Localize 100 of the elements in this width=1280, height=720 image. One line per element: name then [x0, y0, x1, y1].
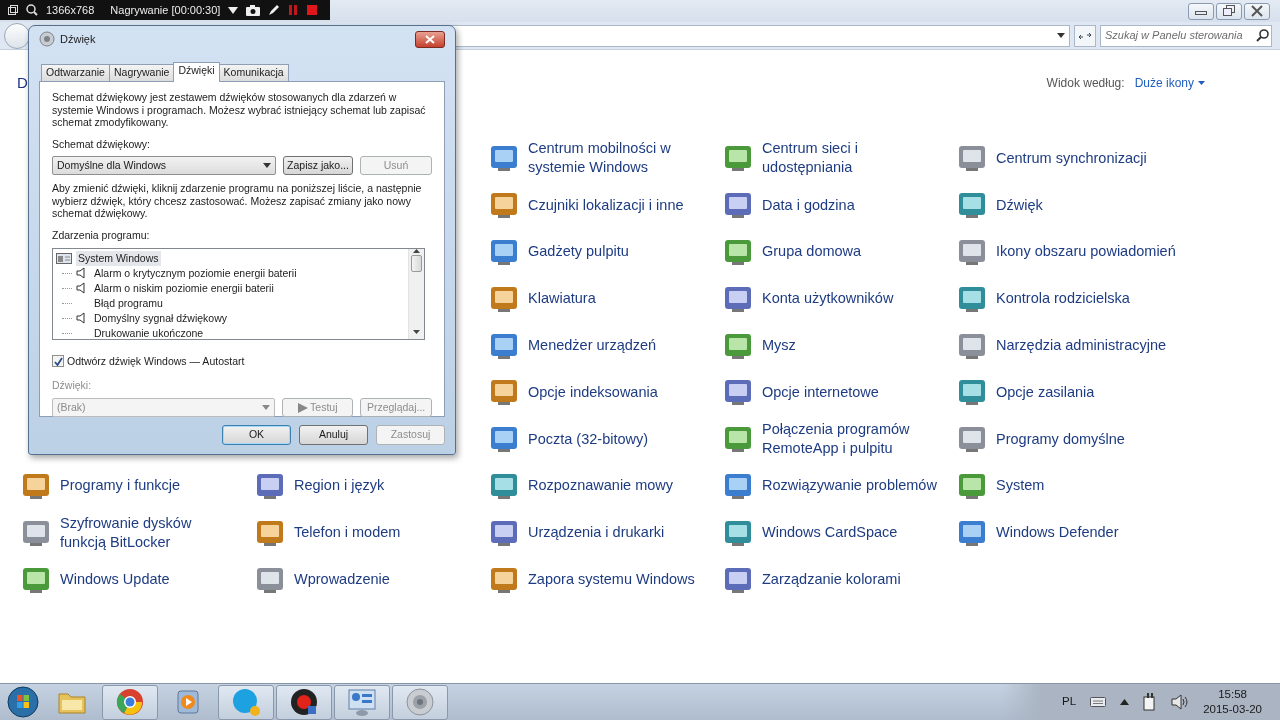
tab[interactable]: Dźwięki: [173, 62, 220, 82]
caret-icon: [1198, 80, 1205, 86]
scroll-down-icon[interactable]: [413, 329, 420, 334]
control-panel-item[interactable]: Rozwiązywanie problemów: [722, 462, 956, 510]
control-panel-item[interactable]: Opcje internetowe: [722, 369, 956, 416]
restore-icon: [1223, 5, 1235, 17]
control-panel-icon: [346, 686, 378, 718]
view-dropdown[interactable]: Duże ikony: [1134, 74, 1205, 92]
control-panel-item[interactable]: Klawiatura: [488, 275, 722, 323]
control-panel-item[interactable]: Urządzenia i drukarki: [488, 509, 722, 557]
caret-icon[interactable]: [1120, 699, 1130, 705]
control-panel-item[interactable]: Region i język: [254, 462, 488, 510]
control-panel-item[interactable]: Telefon i modem: [254, 509, 488, 557]
control-panel-item[interactable]: Menedżer urządzeń: [488, 322, 722, 369]
tree-item[interactable]: Alarm o krytycznym poziomie energii baterii: [94, 265, 297, 281]
close-button[interactable]: [415, 30, 445, 48]
search-icon[interactable]: [1255, 28, 1271, 43]
control-panel-item[interactable]: Zarządzanie kolorami: [722, 556, 956, 603]
speaker-icon: [39, 31, 55, 47]
volume-icon[interactable]: [1171, 694, 1190, 710]
window-icon[interactable]: [8, 5, 18, 15]
dialog-title: Dźwięk: [60, 31, 96, 47]
recording-status: Nagrywanie [00:00:30]: [110, 2, 221, 18]
start-button[interactable]: [4, 685, 42, 719]
record-icon: [288, 686, 320, 718]
tab[interactable]: Nagrywanie: [108, 64, 175, 81]
events-list[interactable]: System Windows Alarm o krytycznym poziomie energii baterii Alarm o niskim poziomie energii baterii Błąd programu Domyślny sygnał dźwiękowy Drukowanie ukończone: [52, 247, 425, 340]
control-panel-item[interactable]: Poczta (32-bitowy): [488, 415, 722, 463]
minimize-button[interactable]: [1188, 2, 1214, 20]
scheme-button[interactable]: Zapisz jako...: [283, 156, 353, 176]
control-panel-item[interactable]: Wprowadzenie: [254, 556, 488, 603]
search-icon[interactable]: [26, 4, 38, 16]
control-panel-item[interactable]: Windows Update: [20, 556, 254, 603]
power-plug-icon[interactable]: [1143, 693, 1158, 711]
control-panel-item[interactable]: Zapora systemu Windows: [488, 556, 722, 603]
checkbox[interactable]: [52, 355, 64, 368]
control-panel-item[interactable]: Windows CardSpace: [722, 509, 956, 557]
scrollbar-thumb[interactable]: [411, 254, 422, 272]
view-label: Widok według:: [1046, 75, 1125, 92]
control-panel-item[interactable]: Programy domyślne: [956, 415, 1190, 463]
tree-item[interactable]: Alarm o niskim poziomie energii baterii: [94, 280, 274, 296]
speaker-icon: [404, 686, 436, 718]
close-button[interactable]: [1244, 2, 1270, 20]
control-panel-item[interactable]: Data i godzina: [722, 181, 956, 229]
tab[interactable]: Odtwarzanie: [41, 64, 110, 81]
field-label: Schemat dźwiękowy:: [52, 136, 152, 152]
resolution-text: 1366x768: [46, 2, 95, 18]
tree-item[interactable]: Drukowanie ukończone: [94, 325, 204, 339]
tree-item[interactable]: Błąd programu: [94, 295, 163, 311]
control-panel-item[interactable]: Czujniki lokalizacji i inne: [488, 181, 722, 229]
control-panel-item[interactable]: Windows Defender: [956, 509, 1190, 557]
control-panel-item[interactable]: Kontrola rodzicielska: [956, 275, 1190, 323]
control-panel-item[interactable]: Rozpoznawanie mowy: [488, 462, 722, 510]
control-panel-item[interactable]: Opcje zasilania: [956, 369, 1190, 416]
control-panel-item[interactable]: Połączenia programów RemoteApp i pulpitu: [722, 415, 956, 463]
pause-icon[interactable]: [288, 4, 299, 16]
dropdown-icon: [262, 405, 271, 410]
control-panel-item[interactable]: Centrum mobilności w systemie Windows: [488, 135, 722, 182]
control-panel-item[interactable]: Programy i funkcje: [20, 462, 254, 510]
restore-button[interactable]: [1216, 2, 1242, 20]
globe-icon: [114, 686, 146, 718]
control-panel-item[interactable]: Gadżety pulpitu: [488, 228, 722, 276]
language-indicator[interactable]: PL: [1062, 693, 1077, 711]
tree-item[interactable]: System Windows: [76, 250, 161, 266]
keyboard-icon[interactable]: [1090, 697, 1107, 707]
control-panel-item[interactable]: Centrum sieci i udostępniania: [722, 135, 956, 182]
scheme-dropdown[interactable]: Domyślne dla Windows: [52, 156, 276, 176]
clock[interactable]: 15:58 2015-03-20: [1203, 687, 1262, 717]
refresh-icon: [1078, 30, 1092, 41]
back-button[interactable]: [4, 22, 30, 49]
stop-icon[interactable]: [306, 4, 319, 16]
close-icon: [1251, 5, 1263, 17]
control-panel-item[interactable]: Konta użytkowników: [722, 275, 956, 323]
scrollbar[interactable]: [408, 248, 424, 339]
pencil-icon[interactable]: [268, 4, 281, 16]
dialog-button[interactable]: Anuluj: [299, 425, 368, 445]
control-panel-item[interactable]: Centrum synchronizacji: [956, 135, 1190, 182]
taskbar-button[interactable]: [276, 684, 332, 720]
dialog-button[interactable]: OK: [222, 425, 291, 445]
control-panel-item[interactable]: Mysz: [722, 322, 956, 369]
instruction-text: Aby zmienić dźwięki, kliknij zdarzenie programu na poniższej liście, a następnie wybierz dźwięk, który chcesz zastosować. Możesz zapisać zmiany jako nowy schemat dźwiękowy.: [52, 182, 423, 220]
dropdown-icon: [263, 163, 271, 169]
control-panel-item[interactable]: Dźwięk: [956, 181, 1190, 229]
control-panel-item[interactable]: Grupa domowa: [722, 228, 956, 276]
checkbox-label[interactable]: Odtwórz dźwięk Windows — Autostart: [67, 353, 245, 370]
refresh-button[interactable]: [1074, 24, 1096, 47]
field-label: Dźwięki:: [52, 378, 93, 394]
camera-icon[interactable]: [246, 4, 261, 16]
field-label: Zdarzenia programu:: [52, 227, 151, 243]
tree-item[interactable]: Domyślny sygnał dźwiękowy: [94, 310, 228, 326]
caret-icon[interactable]: [228, 6, 239, 14]
search-field[interactable]: Szukaj w Panelu sterowania: [1100, 24, 1272, 47]
control-panel-item[interactable]: Narzędzia administracyjne: [956, 322, 1190, 369]
control-panel-item[interactable]: System: [956, 462, 1190, 510]
control-panel-item[interactable]: Opcje indeksowania: [488, 369, 722, 416]
control-panel-item[interactable]: Ikony obszaru powiadomień: [956, 228, 1190, 276]
window-icon: [56, 252, 72, 264]
dropdown-icon[interactable]: [1057, 32, 1065, 39]
control-panel-item[interactable]: Szyfrowanie dysków funkcją BitLocker: [20, 509, 254, 557]
tab[interactable]: Komunikacja: [218, 64, 289, 81]
